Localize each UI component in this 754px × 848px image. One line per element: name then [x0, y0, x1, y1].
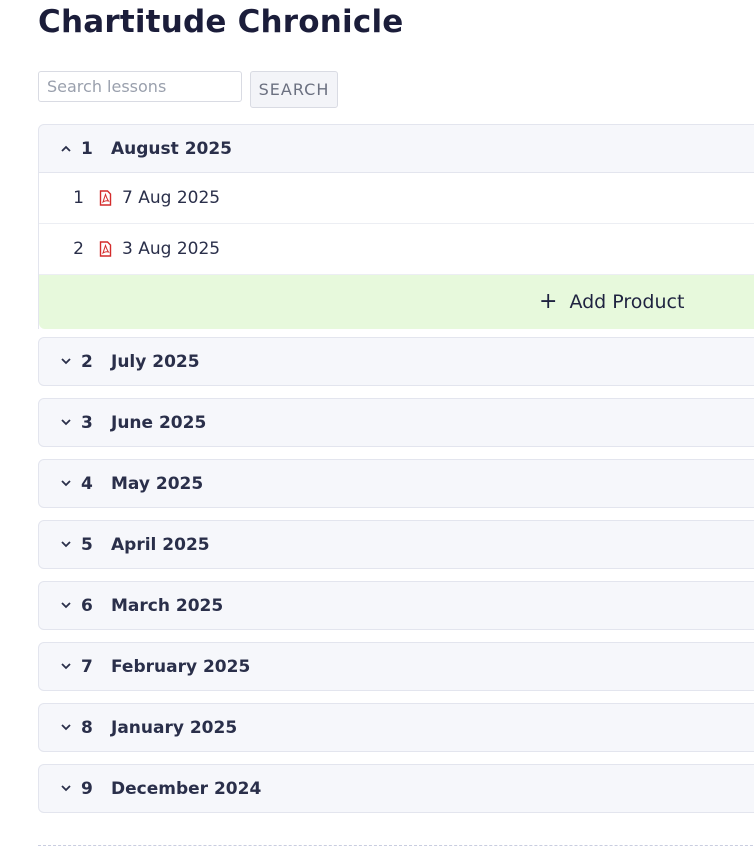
chevron-down-icon — [59, 721, 73, 735]
section-title: January 2025 — [111, 717, 238, 738]
section-header-3[interactable]: 3 June 2025 — [38, 398, 754, 447]
pdf-icon — [99, 241, 112, 257]
section-header-2[interactable]: 2 July 2025 — [38, 337, 754, 386]
chevron-up-icon — [59, 142, 73, 156]
chevron-down-icon — [59, 416, 73, 430]
lesson-number: 2 — [73, 239, 84, 259]
section-number: 9 — [81, 778, 93, 799]
section-number: 6 — [81, 595, 93, 616]
section-number: 7 — [81, 656, 93, 677]
section-header-4[interactable]: 4 May 2025 — [38, 459, 754, 508]
section-header-9[interactable]: 9 December 2024 — [38, 764, 754, 813]
chevron-down-icon — [59, 538, 73, 552]
section-title: April 2025 — [111, 534, 210, 555]
section-title: June 2025 — [111, 412, 207, 433]
chevron-down-icon — [59, 477, 73, 491]
section-header-1[interactable]: 1 August 2025 — [38, 124, 754, 173]
sections-list: 1 August 2025 1 7 Aug 2025 2 3 Aug 2025 … — [38, 124, 754, 825]
search-input[interactable] — [38, 71, 242, 102]
section-number: 3 — [81, 412, 93, 433]
section-header-6[interactable]: 6 March 2025 — [38, 581, 754, 630]
section-number: 8 — [81, 717, 93, 738]
chevron-down-icon — [59, 660, 73, 674]
lesson-row[interactable]: 1 7 Aug 2025 — [39, 173, 754, 224]
search-button[interactable]: SEARCH — [250, 71, 338, 108]
section-title: May 2025 — [111, 473, 204, 494]
add-product-label: Add Product — [569, 291, 685, 313]
section-header-8[interactable]: 8 January 2025 — [38, 703, 754, 752]
section-body-1: 1 7 Aug 2025 2 3 Aug 2025 + Add Product — [38, 173, 754, 329]
section-number: 1 — [81, 138, 93, 159]
section-number: 4 — [81, 473, 93, 494]
lesson-row[interactable]: 2 3 Aug 2025 — [39, 224, 754, 275]
pdf-icon — [99, 190, 112, 206]
section-title: August 2025 — [111, 138, 233, 159]
section-number: 2 — [81, 351, 93, 372]
section-header-7[interactable]: 7 February 2025 — [38, 642, 754, 691]
section-header-5[interactable]: 5 April 2025 — [38, 520, 754, 569]
lesson-number: 1 — [73, 188, 84, 208]
lesson-title: 3 Aug 2025 — [122, 239, 221, 259]
section-title: March 2025 — [111, 595, 224, 616]
section-number: 5 — [81, 534, 93, 555]
section-title: July 2025 — [111, 351, 200, 372]
lesson-title: 7 Aug 2025 — [122, 188, 221, 208]
chevron-down-icon — [59, 782, 73, 796]
plus-icon: + — [539, 289, 558, 314]
chevron-down-icon — [59, 355, 73, 369]
add-product-button[interactable]: + Add Product — [39, 275, 754, 329]
section-title: February 2025 — [111, 656, 251, 677]
section-title: December 2024 — [111, 778, 262, 799]
page-title: Chartitude Chronicle — [38, 4, 404, 40]
chevron-down-icon — [59, 599, 73, 613]
